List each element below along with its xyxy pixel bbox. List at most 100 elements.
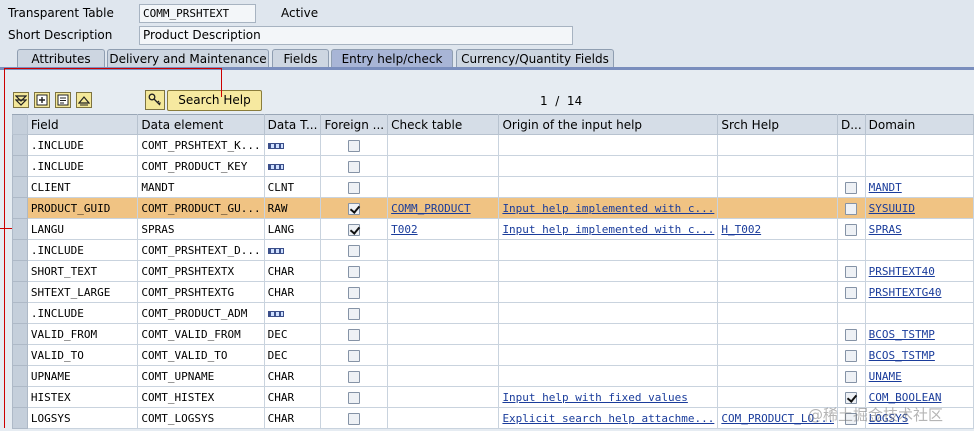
foreign-key-checkbox[interactable]: [348, 181, 361, 194]
table-row[interactable]: CLIENT MANDT CLNT MANDT: [12, 176, 974, 198]
cell-foreign-key[interactable]: [320, 176, 389, 198]
table-row[interactable]: .INCLUDE COMT_PRODUCT_ADM: [12, 302, 974, 324]
foreign-key-checkbox[interactable]: [348, 244, 361, 257]
cell-data-type[interactable]: DEC: [263, 344, 322, 366]
cell-d[interactable]: [836, 281, 866, 303]
cell-data-element[interactable]: COMT_PRODUCT_KEY: [137, 155, 265, 177]
cell-data-element[interactable]: COMT_PRODUCT_ADM: [137, 302, 265, 324]
d-checkbox[interactable]: [845, 349, 858, 362]
cell-search-help[interactable]: [717, 176, 838, 198]
table-row[interactable]: SHTEXT_LARGE COMT_PRSHTEXTG CHAR PRSHTEXTG4…: [12, 281, 974, 303]
cell-search-help[interactable]: [717, 323, 838, 345]
new-entries-icon[interactable]: [34, 92, 50, 108]
cell-foreign-key[interactable]: [320, 407, 389, 429]
cell-d[interactable]: [836, 302, 866, 324]
cell-origin[interactable]: Input help with fixed values: [498, 386, 719, 408]
table-row[interactable]: UPNAME COMT_UPNAME CHAR UNAME: [12, 365, 974, 387]
foreign-key-checkbox[interactable]: [348, 370, 361, 383]
cell-check-table[interactable]: [387, 176, 500, 198]
row-selector[interactable]: [12, 260, 28, 282]
cell-data-type[interactable]: [263, 155, 322, 177]
short-description-field[interactable]: Product Description: [139, 26, 573, 45]
column-header-field[interactable]: Field: [26, 114, 139, 135]
cell-data-type[interactable]: CHAR: [263, 281, 322, 303]
cell-data-type[interactable]: RAW: [263, 197, 322, 219]
cell-domain[interactable]: BCOS_TSTMP: [864, 344, 974, 366]
cell-origin[interactable]: [498, 323, 719, 345]
table-row[interactable]: .INCLUDE COMT_PRODUCT_KEY: [12, 155, 974, 177]
cell-origin[interactable]: Input help implemented with c...: [498, 197, 719, 219]
row-selector[interactable]: [12, 218, 28, 240]
cell-check-table[interactable]: [387, 239, 500, 261]
foreign-key-checkbox[interactable]: [348, 349, 361, 362]
cell-origin[interactable]: [498, 134, 719, 156]
table-row[interactable]: .INCLUDE COMT_PRSHTEXT_D...: [12, 239, 974, 261]
cell-domain[interactable]: BCOS_TSTMP: [864, 323, 974, 345]
tab-entry-help-check[interactable]: Entry help/check: [331, 49, 453, 69]
cell-field[interactable]: UPNAME: [26, 365, 139, 387]
cell-search-help[interactable]: [717, 281, 838, 303]
cell-field[interactable]: CLIENT: [26, 176, 139, 198]
table-row[interactable]: SHORT_TEXT COMT_PRSHTEXTX CHAR PRSHTEXT40: [12, 260, 974, 282]
cell-domain[interactable]: [864, 134, 974, 156]
cell-domain[interactable]: MANDT: [864, 176, 974, 198]
d-checkbox[interactable]: [845, 286, 858, 299]
cell-field[interactable]: LOGSYS: [26, 407, 139, 429]
cell-d[interactable]: [836, 365, 866, 387]
row-selector[interactable]: [12, 344, 28, 366]
cell-search-help[interactable]: H_T002: [717, 218, 838, 240]
cell-d[interactable]: [836, 155, 866, 177]
foreign-key-checkbox[interactable]: [348, 391, 361, 404]
tab-attributes[interactable]: Attributes: [17, 49, 105, 69]
cell-check-table[interactable]: T002: [387, 218, 500, 240]
cell-search-help[interactable]: [717, 365, 838, 387]
cell-field[interactable]: VALID_TO: [26, 344, 139, 366]
cell-search-help[interactable]: [717, 260, 838, 282]
cell-check-table[interactable]: [387, 155, 500, 177]
cell-origin[interactable]: [498, 155, 719, 177]
cell-data-element[interactable]: SPRAS: [137, 218, 265, 240]
row-selector[interactable]: [12, 323, 28, 345]
cell-foreign-key[interactable]: [320, 386, 389, 408]
foreign-key-checkbox[interactable]: [348, 139, 361, 152]
cell-search-help[interactable]: [717, 344, 838, 366]
cell-field[interactable]: HISTEX: [26, 386, 139, 408]
table-row[interactable]: VALID_TO COMT_VALID_TO DEC BCOS_TSTMP: [12, 344, 974, 366]
tab-delivery-maintenance[interactable]: Delivery and Maintenance: [107, 49, 269, 69]
cell-domain[interactable]: [864, 239, 974, 261]
cell-domain[interactable]: [864, 302, 974, 324]
cell-domain[interactable]: PRSHTEXT40: [864, 260, 974, 282]
cell-check-table[interactable]: [387, 134, 500, 156]
foreign-key-checkbox[interactable]: [348, 265, 361, 278]
cell-field[interactable]: .INCLUDE: [26, 302, 139, 324]
cell-origin[interactable]: Input help implemented with c...: [498, 218, 719, 240]
row-selector[interactable]: [12, 197, 28, 219]
cell-data-type[interactable]: [263, 302, 322, 324]
cell-domain[interactable]: SPRAS: [864, 218, 974, 240]
cell-check-table[interactable]: [387, 281, 500, 303]
cell-search-help[interactable]: [717, 239, 838, 261]
cell-foreign-key[interactable]: [320, 323, 389, 345]
cell-foreign-key[interactable]: [320, 260, 389, 282]
d-checkbox[interactable]: [845, 223, 858, 236]
cell-origin[interactable]: [498, 260, 719, 282]
cell-field[interactable]: VALID_FROM: [26, 323, 139, 345]
cell-d[interactable]: [836, 260, 866, 282]
column-header-check-table[interactable]: Check table: [387, 114, 500, 135]
cell-foreign-key[interactable]: [320, 197, 389, 219]
table-name-field[interactable]: COMM_PRSHTEXT: [139, 4, 256, 23]
tab-fields[interactable]: Fields: [272, 49, 329, 69]
row-selector[interactable]: [12, 155, 28, 177]
row-selector[interactable]: [12, 281, 28, 303]
cell-domain[interactable]: [864, 155, 974, 177]
tab-currency-quantity-fields[interactable]: Currency/Quantity Fields: [456, 49, 614, 69]
cell-data-element[interactable]: COMT_PRSHTEXTX: [137, 260, 265, 282]
cell-data-element[interactable]: COMT_PRSHTEXT_K...: [137, 134, 265, 156]
key-icon[interactable]: [145, 90, 165, 110]
cell-data-element[interactable]: COMT_VALID_TO: [137, 344, 265, 366]
cell-check-table[interactable]: [387, 344, 500, 366]
column-header-d[interactable]: D...: [836, 114, 866, 135]
cell-search-help[interactable]: [717, 155, 838, 177]
table-row[interactable]: LANGU SPRAS LANG T002 Input help implemented…: [12, 218, 974, 240]
cell-field[interactable]: SHORT_TEXT: [26, 260, 139, 282]
